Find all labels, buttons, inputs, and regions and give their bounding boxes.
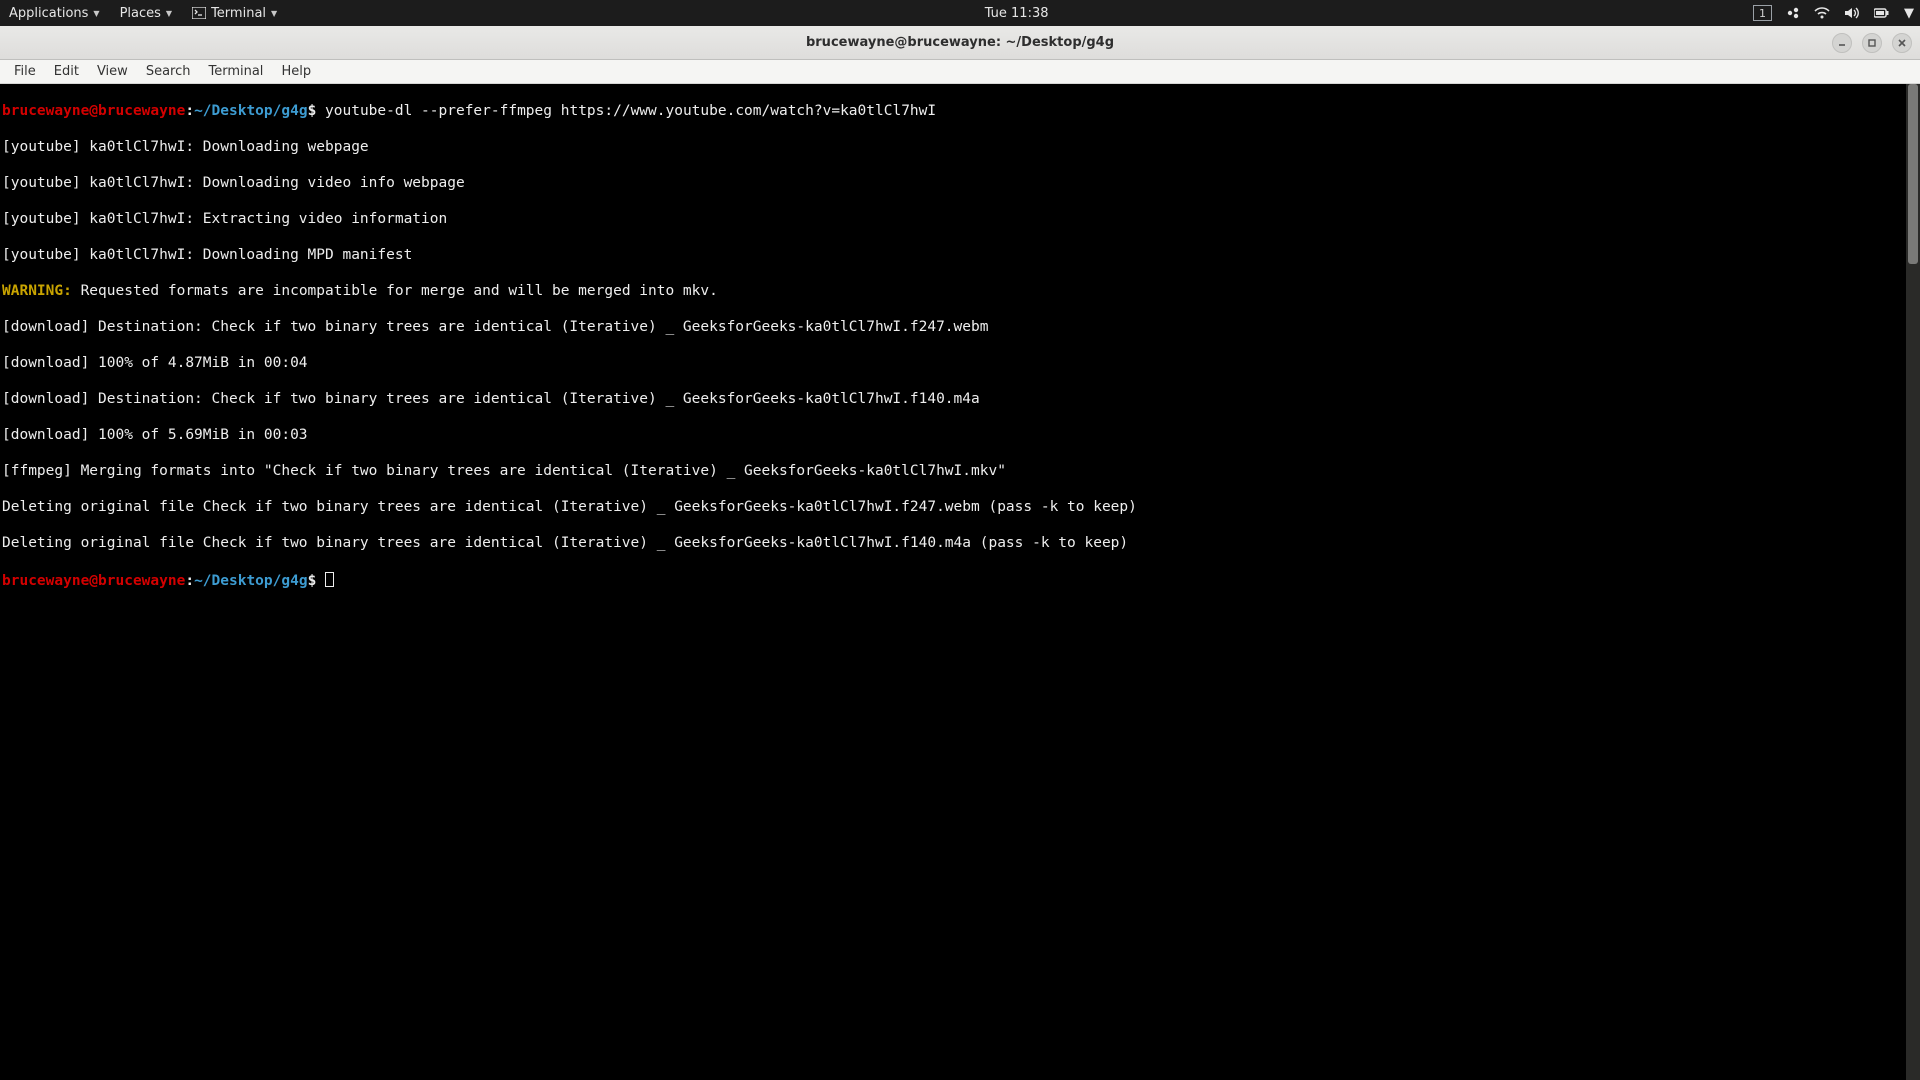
warning-text: Requested formats are incompatible for m… [72,283,718,299]
output-line: [youtube] ka0tlCl7hwI: Downloading video… [2,174,1918,192]
clock-text: Tue 11:38 [985,6,1049,21]
output-line: Deleting original file Check if two bina… [2,534,1918,552]
scrollbar-thumb[interactable] [1908,84,1918,264]
chevron-down-icon: ▼ [93,9,99,18]
applications-label: Applications [9,6,88,21]
prompt-colon: : [185,103,194,119]
output-line: [youtube] ka0tlCl7hwI: Downloading webpa… [2,138,1918,156]
command-text: youtube-dl --prefer-ffmpeg https://www.y… [316,103,936,119]
terminal-viewport[interactable]: brucewayne@brucewayne:~/Desktop/g4g$ you… [0,84,1920,1080]
menu-help[interactable]: Help [273,62,319,81]
battery-icon[interactable] [1874,7,1890,19]
menu-edit[interactable]: Edit [46,62,87,81]
maximize-button[interactable] [1862,33,1882,53]
output-line: [download] 100% of 4.87MiB in 00:04 [2,354,1918,372]
menu-view[interactable]: View [89,62,136,81]
menu-search[interactable]: Search [138,62,199,81]
places-label: Places [120,6,161,21]
output-line: Deleting original file Check if two bina… [2,498,1918,516]
chevron-down-icon[interactable]: ▼ [1904,6,1914,21]
prompt-colon: : [185,573,194,589]
window-titlebar: brucewayne@brucewayne: ~/Desktop/g4g [0,26,1920,60]
clock[interactable]: Tue 11:38 [280,6,1753,21]
close-button[interactable] [1892,33,1912,53]
places-menu[interactable]: Places ▼ [117,6,176,21]
menu-terminal[interactable]: Terminal [200,62,271,81]
gnome-top-bar: Applications ▼ Places ▼ Terminal ▼ Tue 1… [0,0,1920,26]
status-icon[interactable] [1786,6,1800,20]
window-title: brucewayne@brucewayne: ~/Desktop/g4g [806,35,1114,50]
output-line: [youtube] ka0tlCl7hwI: Extracting video … [2,210,1918,228]
prompt-dollar: $ [308,573,317,589]
volume-icon[interactable] [1844,6,1860,20]
menu-file[interactable]: File [6,62,44,81]
applications-menu[interactable]: Applications ▼ [6,6,103,21]
output-line: [download] Destination: Check if two bin… [2,390,1918,408]
terminal-menubar: File Edit View Search Terminal Help [0,60,1920,84]
network-icon[interactable] [1814,6,1830,20]
scrollbar-vertical[interactable] [1906,84,1920,1080]
prompt-user: brucewayne@brucewayne [2,103,185,119]
minimize-button[interactable] [1832,33,1852,53]
prompt-dollar: $ [308,103,317,119]
prompt-user: brucewayne@brucewayne [2,573,185,589]
prompt-path: ~/Desktop/g4g [194,573,308,589]
warning-label: WARNING: [2,283,72,299]
output-line: [youtube] ka0tlCl7hwI: Downloading MPD m… [2,246,1918,264]
terminal-app-label: Terminal [211,6,266,21]
chevron-down-icon: ▼ [166,9,172,18]
terminal-icon [192,7,206,19]
terminal-app-menu[interactable]: Terminal ▼ [189,6,280,21]
terminal-output: brucewayne@brucewayne:~/Desktop/g4g$ you… [0,84,1920,626]
prompt-path: ~/Desktop/g4g [194,103,308,119]
output-line: [download] Destination: Check if two bin… [2,318,1918,336]
chevron-down-icon: ▼ [271,9,277,18]
text-cursor [325,572,334,587]
workspace-indicator[interactable]: 1 [1753,5,1772,21]
output-line: [ffmpeg] Merging formats into "Check if … [2,462,1918,480]
output-line: [download] 100% of 5.69MiB in 00:03 [2,426,1918,444]
